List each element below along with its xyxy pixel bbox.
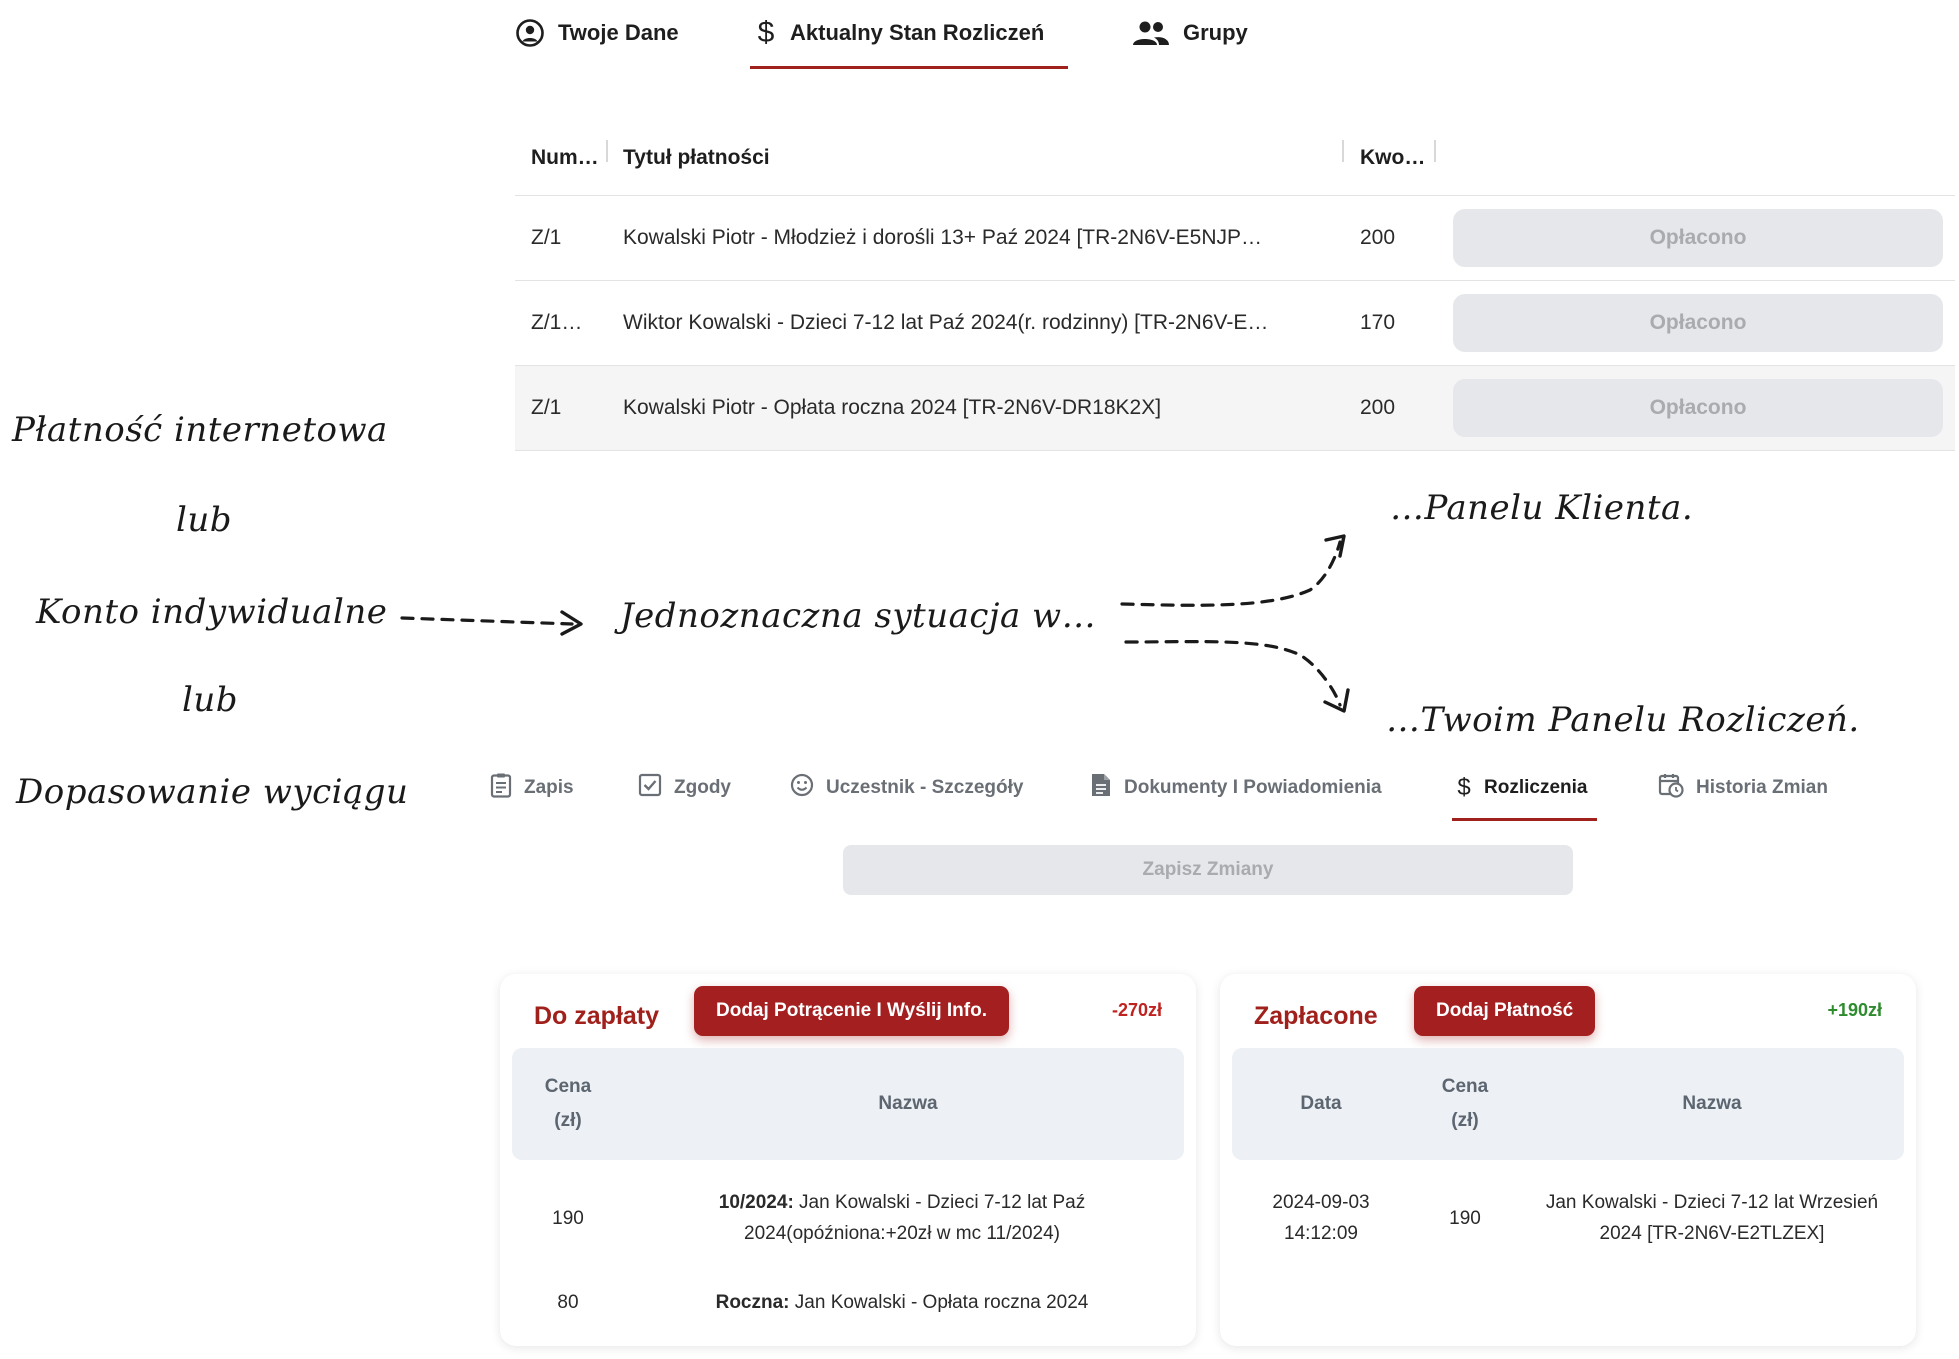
calendar-clock-icon xyxy=(1658,772,1684,804)
tab-zapis[interactable]: Zapis xyxy=(490,770,574,806)
card-title: Zapłacone xyxy=(1254,1002,1378,1030)
paid-row-price: 190 xyxy=(1449,1207,1481,1229)
active-tab-indicator xyxy=(1452,818,1597,821)
tab-label: Dokumenty I Powiadomienia xyxy=(1124,777,1382,798)
arrowhead xyxy=(1323,688,1350,713)
dashed-arrow-source xyxy=(400,616,574,626)
tab-historia-zmian[interactable]: Historia Zmian xyxy=(1658,770,1828,806)
column-header-date[interactable]: Data xyxy=(1232,1048,1410,1160)
tab-label: Historia Zmian xyxy=(1696,777,1828,798)
checkbox-icon xyxy=(638,773,662,803)
due-total-amount: -270zł xyxy=(1111,1000,1162,1020)
add-deduction-button[interactable]: Dodaj Potrącenie I Wyślij Info. xyxy=(694,986,1009,1036)
save-changes-button[interactable]: Zapisz Zmiany xyxy=(843,845,1573,895)
tab-label: Uczestnik - Szczegóły xyxy=(826,777,1024,798)
dollar-icon: $ xyxy=(1457,774,1471,801)
tab-label: Zgody xyxy=(674,777,731,798)
due-row-price: 80 xyxy=(557,1291,579,1313)
tab-uczestnik-szczegoly[interactable]: Uczestnik - Szczegóły xyxy=(790,770,1023,806)
due-table-header: Cena (zł) Nazwa xyxy=(512,1048,1184,1160)
due-row-name: 10/2024: Jan Kowalski - Dzieci 7-12 lat … xyxy=(718,1192,1086,1244)
tab-zgody[interactable]: Zgody xyxy=(638,770,731,806)
column-header-name[interactable]: Nazwa xyxy=(1520,1048,1904,1160)
paid-row-date: 2024-09-03 14:12:09 xyxy=(1272,1192,1370,1244)
column-header-name[interactable]: Nazwa xyxy=(632,1048,1184,1160)
smiley-icon xyxy=(790,773,814,803)
column-header-price[interactable]: Cena (zł) xyxy=(512,1048,624,1160)
due-payments-card: Do zapłaty Dodaj Potrącenie I Wyślij Inf… xyxy=(500,974,1196,1346)
tab-label: Rozliczenia xyxy=(1484,777,1588,798)
tab-label: Zapis xyxy=(524,777,574,798)
arrowhead xyxy=(1324,534,1346,558)
paid-payments-card: Zapłacone Dodaj Płatność +190zł Data Cen… xyxy=(1220,974,1916,1346)
card-title: Do zapłaty xyxy=(534,1002,660,1030)
add-payment-button[interactable]: Dodaj Płatność xyxy=(1414,986,1596,1036)
paid-row-name: Jan Kowalski - Dzieci 7-12 lat Wrzesień … xyxy=(1545,1192,1879,1244)
dashed-arrow-down xyxy=(1124,640,1342,707)
tab-rozliczenia[interactable]: $ Rozliczenia xyxy=(1456,770,1587,806)
dashed-arrow-up xyxy=(1120,540,1342,607)
due-row-name: Roczna: Jan Kowalski - Opłata roczna 202… xyxy=(715,1291,1089,1313)
paid-total-amount: +190zł xyxy=(1827,1000,1882,1020)
paid-table-header: Data Cena (zł) Nazwa xyxy=(1232,1048,1904,1160)
column-header-price[interactable]: Cena (zł) xyxy=(1410,1048,1520,1160)
tab-dokumenty-i-powiadomienia[interactable]: Dokumenty I Powiadomienia xyxy=(1090,770,1382,806)
clipboard-icon xyxy=(490,772,512,804)
due-row-price: 190 xyxy=(552,1207,584,1229)
document-icon xyxy=(1090,772,1112,804)
